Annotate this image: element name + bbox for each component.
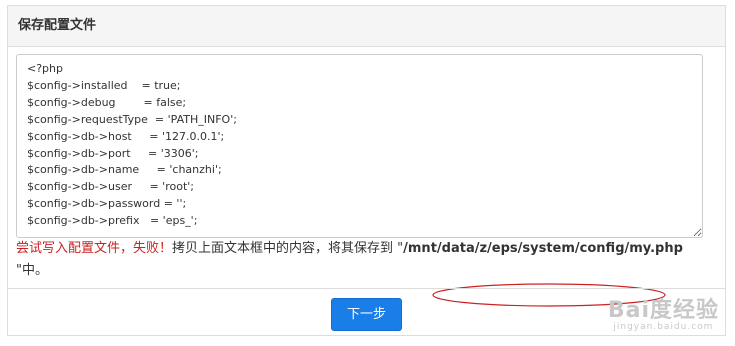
write-error-message: 尝试写入配置文件，失败！ [16,241,173,256]
config-textarea[interactable]: <?php $config->installed = true; $config… [16,54,703,238]
config-file-path: /mnt/data/z/eps/system/config/my.php [403,241,683,256]
next-step-button[interactable]: 下一步 [331,298,402,331]
panel-body: <?php $config->installed = true; $config… [8,47,725,307]
save-instructions: 尝试写入配置文件，失败！拷贝上面文本框中的内容，将其保存到 "/mnt/data… [16,238,706,282]
panel-footer: 下一步 [8,288,725,336]
instruction-text: 拷贝上面文本框中的内容，将其保存到 " [172,241,404,256]
instruction-suffix: "中。 [16,263,48,278]
save-config-panel: 保存配置文件 <?php $config->installed = true; … [7,5,726,336]
panel-title: 保存配置文件 [8,6,725,47]
